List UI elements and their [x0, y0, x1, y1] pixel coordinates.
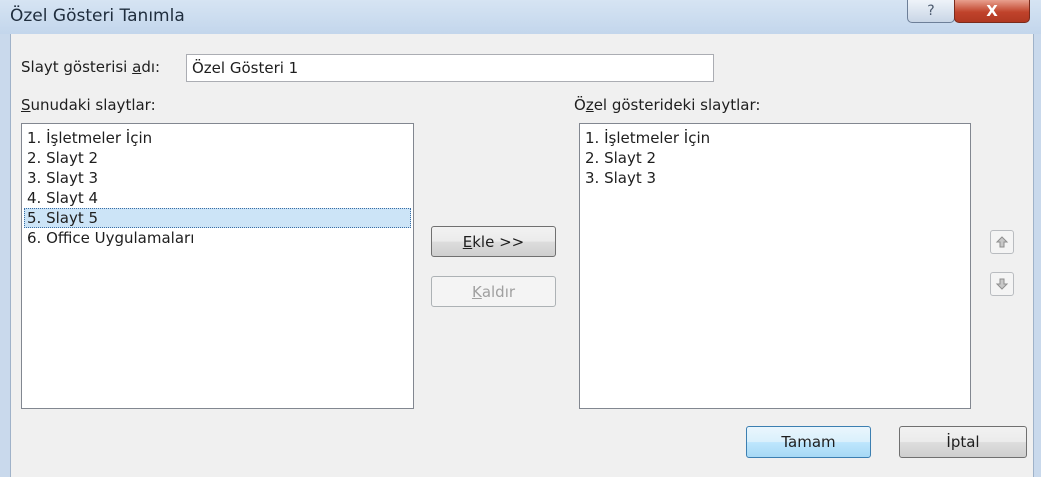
show-name-input[interactable]	[186, 54, 714, 82]
custom-slides-list[interactable]: 1. İşletmeler İçin 2. Slayt 2 3. Slayt 3	[579, 123, 971, 409]
presentation-slides-list[interactable]: 1. İşletmeler İçin 2. Slayt 2 3. Slayt 3…	[21, 123, 414, 409]
move-up-button[interactable]	[990, 230, 1014, 254]
help-button[interactable]: ?	[907, 0, 955, 23]
dialog-title: Özel Gösteri Tanımla	[10, 6, 185, 26]
ok-button[interactable]: Tamam	[746, 426, 871, 458]
list-item-selected[interactable]: 5. Slayt 5	[24, 208, 411, 228]
help-icon: ?	[927, 3, 935, 19]
custom-slides-label: Özel gösterideki slaytlar:	[574, 96, 761, 114]
list-item[interactable]: 1. İşletmeler İçin	[582, 128, 968, 148]
remove-button[interactable]: Kaldır	[431, 276, 556, 307]
cancel-button[interactable]: İptal	[899, 426, 1027, 458]
list-item[interactable]: 2. Slayt 2	[24, 148, 411, 168]
title-bar: Özel Gösteri Tanımla ? X	[0, 0, 1041, 34]
close-button[interactable]: X	[954, 0, 1030, 23]
presentation-slides-label: Sunudaki slaytlar:	[21, 96, 156, 114]
list-item[interactable]: 4. Slayt 4	[24, 188, 411, 208]
move-down-button[interactable]	[990, 272, 1014, 296]
dialog-body: Slayt gösterisi adı: Sunudaki slaytlar: …	[10, 34, 1034, 477]
list-item[interactable]: 6. Office Uygulamaları	[24, 228, 411, 248]
add-button[interactable]: Ekle >>	[431, 226, 556, 257]
show-name-label: Slayt gösterisi adı:	[21, 58, 161, 76]
list-item[interactable]: 3. Slayt 3	[24, 168, 411, 188]
close-icon: X	[986, 2, 998, 20]
list-item[interactable]: 1. İşletmeler İçin	[24, 128, 411, 148]
list-item[interactable]: 3. Slayt 3	[582, 168, 968, 188]
list-item[interactable]: 2. Slayt 2	[582, 148, 968, 168]
arrow-down-icon	[995, 278, 1009, 290]
arrow-up-icon	[995, 236, 1009, 248]
